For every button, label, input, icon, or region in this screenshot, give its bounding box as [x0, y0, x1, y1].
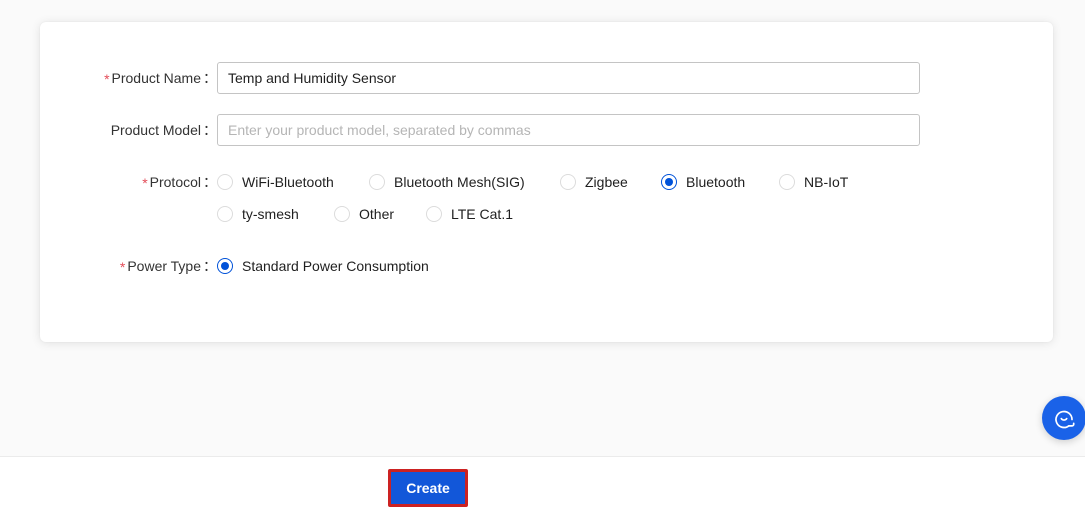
headset-chat-icon	[1055, 410, 1075, 429]
radio-protocol-bluetooth-mesh-sig[interactable]: Bluetooth Mesh(SIG)	[369, 166, 560, 198]
required-asterisk-icon: *	[104, 71, 110, 87]
radio-protocol-other[interactable]: Other	[334, 198, 426, 230]
protocol-control: WiFi-Bluetooth Bluetooth Mesh(SIG) Zigbe…	[217, 166, 937, 230]
product-model-label: Product Model：	[40, 114, 217, 146]
product-name-label: * Product Name：	[40, 62, 217, 94]
form-row-protocol: * Protocol： WiFi-Bluetooth Bluetooth Mesh…	[40, 166, 937, 230]
product-model-input[interactable]	[217, 114, 920, 146]
protocol-radio-group: WiFi-Bluetooth Bluetooth Mesh(SIG) Zigbe…	[217, 166, 937, 230]
footer-action-bar: Create	[0, 456, 1085, 507]
product-model-label-text: Product Model	[110, 122, 201, 138]
power-type-radio-group: Standard Power Consumption	[217, 250, 937, 282]
radio-label: NB-IoT	[804, 174, 849, 190]
radio-circle-selected-icon	[217, 258, 233, 274]
product-form-card: *Product Name： Product Model： *Protocol：…	[40, 22, 1053, 342]
radio-protocol-bluetooth[interactable]: Bluetooth	[661, 166, 779, 198]
radio-circle-icon	[779, 174, 795, 190]
radio-label: ty-smesh	[242, 206, 299, 222]
power-type-label-text: Power Type	[127, 258, 201, 274]
radio-label: Bluetooth Mesh(SIG)	[394, 174, 525, 190]
form-row-product-name: * Product Name：	[40, 62, 920, 94]
radio-label: Zigbee	[585, 174, 628, 190]
radio-label: Other	[359, 206, 395, 222]
radio-circle-icon	[426, 206, 442, 222]
radio-circle-icon	[334, 206, 350, 222]
radio-circle-icon	[217, 206, 233, 222]
create-button[interactable]: Create	[391, 472, 465, 504]
radio-label: LTE Cat.1	[451, 206, 513, 222]
power-type-label: * Power Type：	[40, 250, 217, 282]
product-name-control	[217, 62, 920, 94]
radio-label: WiFi-Bluetooth	[242, 174, 334, 190]
form-row-product-model: Product Model：	[40, 114, 920, 146]
form-row-power-type: * Power Type： Standard Power Consumption	[40, 250, 937, 282]
support-chat-button[interactable]	[1042, 396, 1085, 440]
required-asterisk-icon: *	[142, 175, 148, 191]
protocol-label-text: Protocol	[149, 174, 201, 190]
product-name-input[interactable]	[217, 62, 920, 94]
radio-circle-icon	[369, 174, 385, 190]
protocol-label: * Protocol：	[40, 166, 217, 198]
label-colon: ：	[203, 70, 217, 86]
radio-circle-selected-icon	[661, 174, 677, 190]
radio-protocol-lte-cat-1[interactable]: LTE Cat.1	[426, 198, 546, 230]
label-colon: ：	[203, 122, 217, 138]
product-name-label-text: Product Name	[111, 70, 201, 86]
radio-label: Standard Power Consumption	[242, 258, 429, 274]
required-asterisk-icon: *	[119, 259, 126, 275]
power-type-control: Standard Power Consumption	[217, 250, 937, 282]
radio-protocol-zigbee[interactable]: Zigbee	[560, 166, 661, 198]
radio-circle-icon	[560, 174, 576, 190]
create-button-highlight: Create	[388, 469, 468, 507]
product-model-control	[217, 114, 920, 146]
radio-protocol-wifi-bluetooth[interactable]: WiFi-Bluetooth	[217, 166, 369, 198]
label-colon: ：	[203, 174, 217, 190]
radio-protocol-nb-iot[interactable]: NB-IoT	[779, 166, 899, 198]
label-colon: ：	[203, 258, 217, 274]
radio-power-standard-power-consumption[interactable]: Standard Power Consumption	[217, 250, 429, 282]
radio-protocol-ty-smesh[interactable]: ty-smesh	[217, 198, 334, 230]
radio-label: Bluetooth	[686, 174, 746, 190]
radio-circle-icon	[217, 174, 233, 190]
